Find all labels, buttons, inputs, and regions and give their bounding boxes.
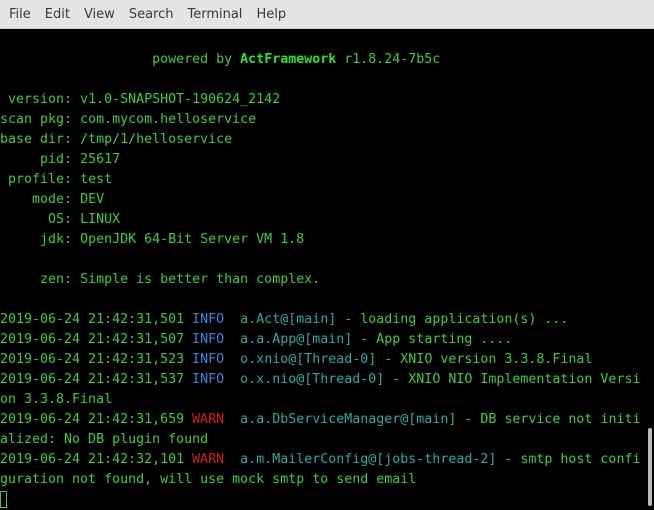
info-key: OS: [0,212,81,227]
info-line: version: v1.0-SNAPSHOT-190624_2142 [0,90,646,110]
menu-file[interactable]: File [2,7,38,22]
log-message: - DB service not initi [456,412,641,427]
log-level-badge: WARN [192,452,225,467]
info-value: LINUX [80,212,121,227]
log-message-wrap: alized: No DB plugin found [0,432,209,447]
menu-search[interactable]: Search [122,7,181,22]
log-message: - App starting .... [352,332,513,347]
info-value: test [80,172,113,187]
info-key: scan pkg: [0,112,81,127]
log-message-wrap: guration not found, will use mock smtp t… [0,472,417,487]
terminal-cursor [0,490,7,508]
log-message: - XNIO NIO Implementation Versi [384,372,641,387]
log-timestamp: 2019-06-24 21:42:31,659 [0,412,193,427]
log-logger: a.a.App@[main] [224,332,353,347]
log-level-badge: WARN [192,412,225,427]
log-level-badge: INFO [192,352,225,367]
log-message-wrap: on 3.3.8.Final [0,392,113,407]
info-key: version: [0,92,81,107]
log-level-badge: INFO [192,372,225,387]
log-logger: a.Act@[main] [224,312,337,327]
log-line-continuation: guration not found, will use mock smtp t… [0,470,646,490]
info-line: pid: 25617 [0,150,646,170]
log-line-continuation: alized: No DB plugin found [0,430,646,450]
prompt-line [0,490,646,510]
info-value: com.mycom.helloservice [80,112,257,127]
zen-key: zen: [0,272,81,287]
menu-view[interactable]: View [77,7,122,22]
info-line: mode: DEV [0,190,646,210]
zen-line: zen: Simple is better than complex. [0,270,646,290]
info-key: base dir: [0,132,81,147]
menu-terminal[interactable]: Terminal [180,7,249,22]
info-value: v1.0-SNAPSHOT-190624_2142 [80,92,281,107]
log-message: - loading application(s) ... [336,312,569,327]
log-logger: a.a.DbServiceManager@[main] [224,412,457,427]
log-message: - XNIO version 3.3.8.Final [376,352,593,367]
menu-bar: File Edit View Search Terminal Help [0,0,654,29]
log-line-continuation: on 3.3.8.Final [0,390,646,410]
info-line: profile: test [0,170,646,190]
terminal-output[interactable]: powered by ActFramework r1.8.24-7b5c ver… [0,30,646,510]
log-line: 2019-06-24 21:42:32,101 WARN a.m.MailerC… [0,450,646,470]
info-value: DEV [80,192,105,207]
menu-edit[interactable]: Edit [38,7,77,22]
log-logger: o.x.nio@[Thread-0] [224,372,385,387]
scrollbar[interactable] [648,428,652,506]
info-line: scan pkg: com.mycom.helloservice [0,110,646,130]
info-key: jdk: [0,232,81,247]
log-line: 2019-06-24 21:42:31,659 WARN a.a.DbServi… [0,410,646,430]
info-line: jdk: OpenJDK 64-Bit Server VM 1.8 [0,230,646,250]
log-logger: o.xnio@[Thread-0] [224,352,377,367]
log-timestamp: 2019-06-24 21:42:31,537 [0,372,193,387]
log-logger: a.m.MailerConfig@[jobs-thread-2] [224,452,497,467]
info-line: OS: LINUX [0,210,646,230]
info-value: /tmp/1/helloservice [80,132,233,147]
log-line: 2019-06-24 21:42:31,507 INFO a.a.App@[ma… [0,330,646,350]
log-level-badge: INFO [192,332,225,347]
info-key: pid: [0,152,81,167]
info-key: profile: [0,172,81,187]
info-line: base dir: /tmp/1/helloservice [0,130,646,150]
log-timestamp: 2019-06-24 21:42:32,101 [0,452,193,467]
log-line: 2019-06-24 21:42:31,523 INFO o.xnio@[Thr… [0,350,646,370]
banner-version: r1.8.24-7b5c [336,52,441,67]
info-key: mode: [0,192,81,207]
log-timestamp: 2019-06-24 21:42:31,507 [0,332,193,347]
log-line: 2019-06-24 21:42:31,501 INFO a.Act@[main… [0,310,646,330]
log-timestamp: 2019-06-24 21:42:31,501 [0,312,193,327]
log-message: - smtp host confi [496,452,641,467]
banner-line: powered by ActFramework r1.8.24-7b5c [0,50,646,70]
banner-prefix: powered by [152,52,241,67]
zen-value: Simple is better than complex. [80,272,321,287]
log-timestamp: 2019-06-24 21:42:31,523 [0,352,193,367]
info-value: 25617 [80,152,121,167]
log-line: 2019-06-24 21:42:31,537 INFO o.x.nio@[Th… [0,370,646,390]
banner-brand: ActFramework [240,52,337,67]
menu-help[interactable]: Help [249,7,293,22]
log-level-badge: INFO [192,312,225,327]
info-value: OpenJDK 64-Bit Server VM 1.8 [80,232,305,247]
